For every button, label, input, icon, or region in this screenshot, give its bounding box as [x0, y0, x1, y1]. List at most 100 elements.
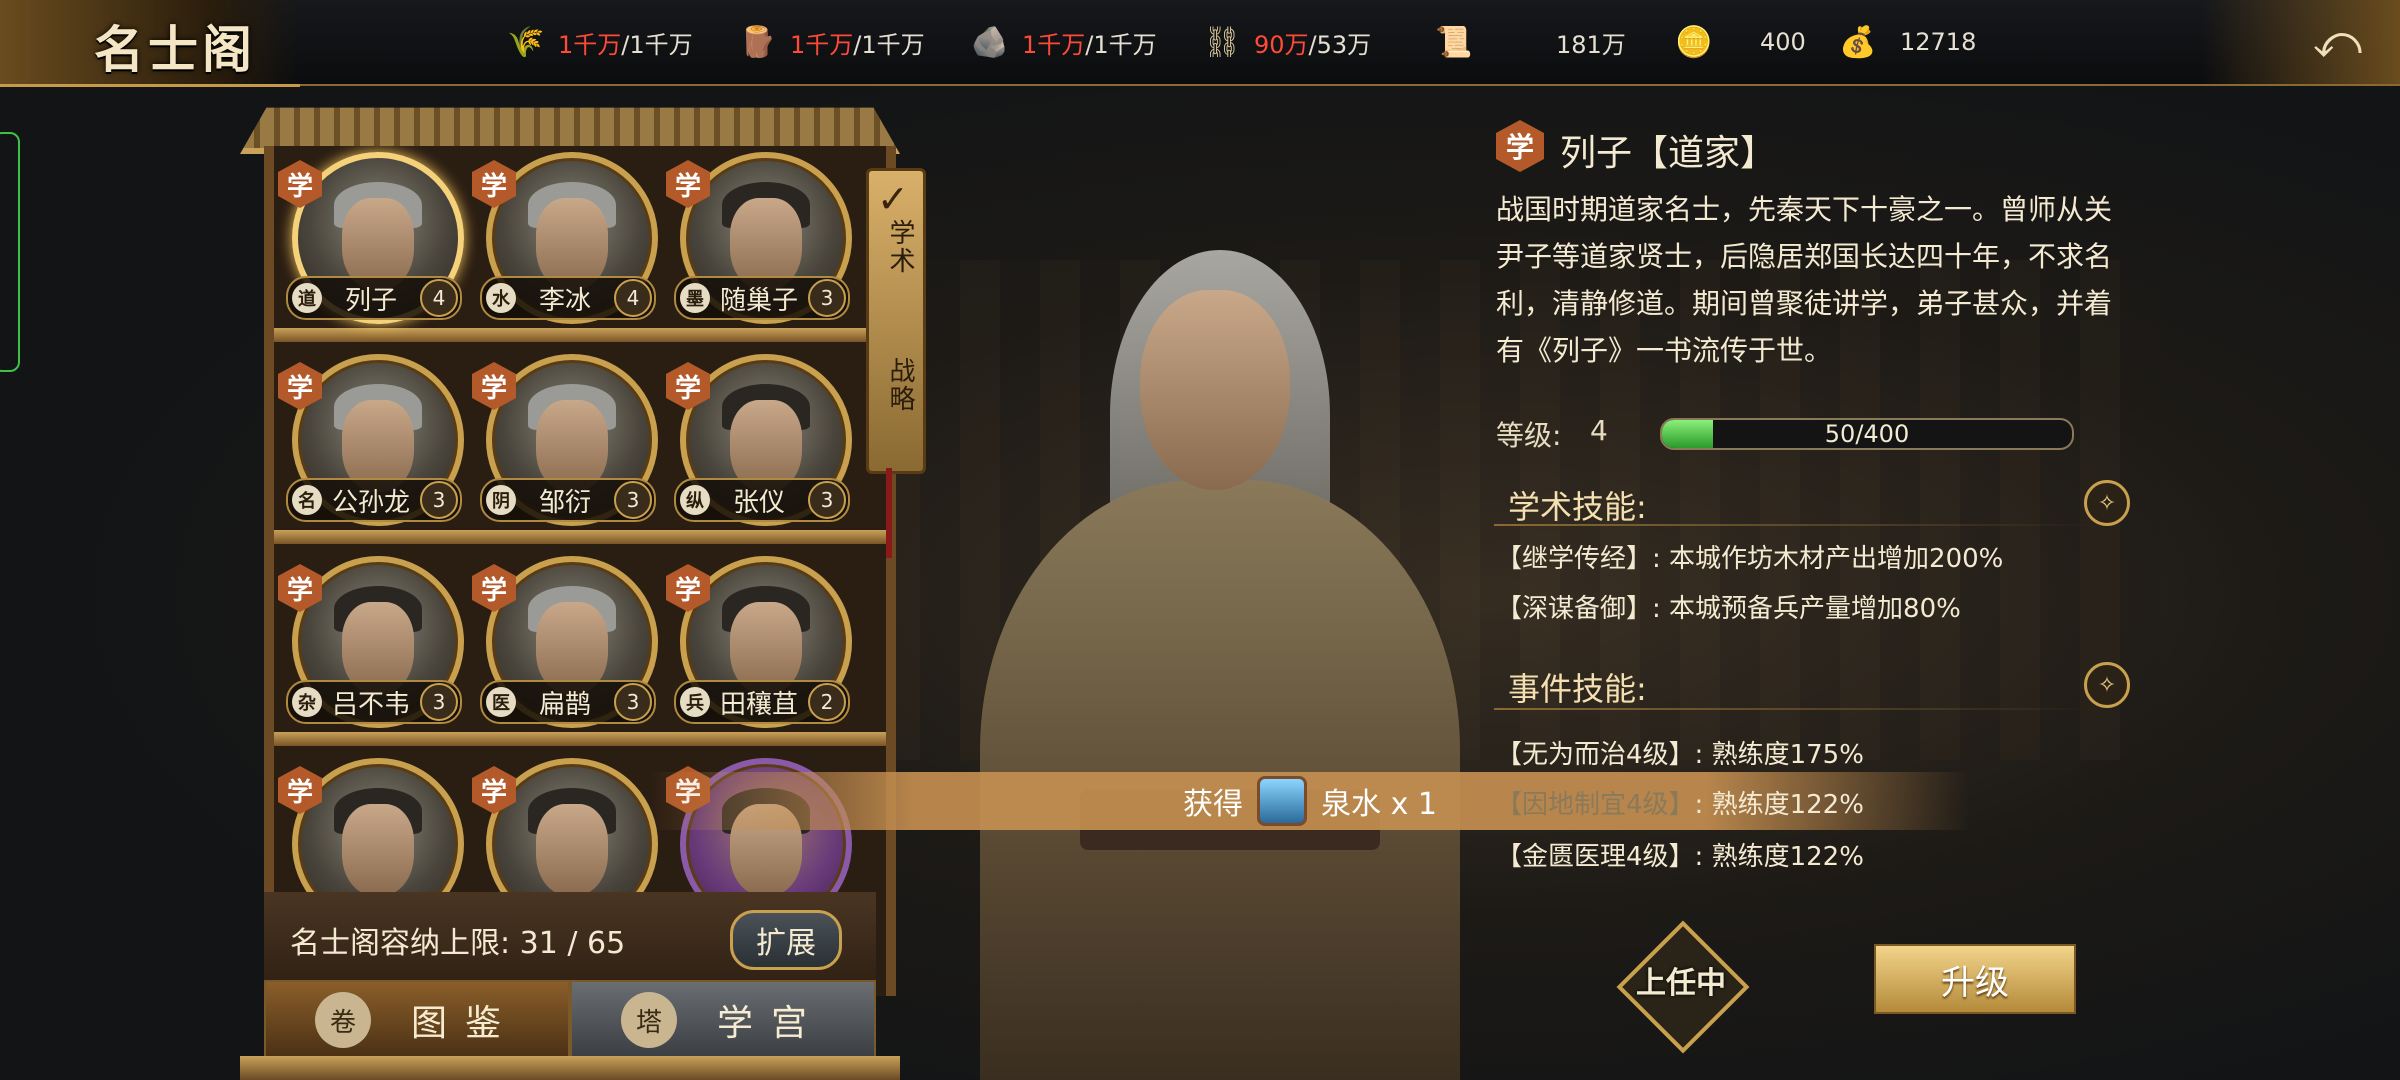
resource-max: /1千万: [621, 30, 693, 59]
hero-card-gongsunlong[interactable]: 学 名 公孙龙 3: [278, 348, 466, 536]
resource-wood: 🪵 1千万 /1千万: [738, 22, 925, 62]
stone-icon: 🪨: [971, 24, 1009, 60]
side-drawer-handle[interactable]: [0, 132, 20, 372]
face: [536, 804, 608, 896]
school-icon: 道: [292, 283, 322, 313]
resource-value: 400: [1760, 28, 1806, 56]
spring-water-icon: [1257, 776, 1308, 826]
silver-ingot-icon: 💰: [1839, 24, 1877, 60]
panel-base: [240, 1056, 900, 1080]
divider: [1494, 524, 2094, 526]
hero-level: 3: [614, 683, 652, 721]
resource-stone: 🪨 1千万 /1千万: [970, 22, 1157, 62]
hero-level: 3: [808, 279, 846, 317]
hero-name: 公孙龙: [331, 487, 410, 518]
exp-bar: 50/400: [1660, 418, 2074, 450]
hero-card-liezi[interactable]: 学 道 列子 4: [278, 146, 466, 334]
resource-max: /1千万: [1085, 30, 1157, 59]
skill-info-button[interactable]: ✧: [2084, 480, 2130, 526]
hero-nameplate: 道 列子 4: [286, 276, 462, 320]
hero-level: 3: [420, 481, 458, 519]
hero-nameplate: 名 公孙龙 3: [286, 478, 462, 522]
resource-silver: 💰 12718: [1838, 22, 1976, 62]
hero-level: 3: [808, 481, 846, 519]
tab-collection[interactable]: 卷 图鉴: [264, 980, 570, 1060]
school-icon: 水: [486, 283, 516, 313]
character-art: [960, 230, 1480, 1080]
resource-max: /1千万: [853, 30, 925, 59]
hero-nameplate: 墨 随巢子 3: [674, 276, 850, 320]
face: [342, 804, 414, 896]
hero-level: 3: [420, 683, 458, 721]
capacity-text: 名士阁容纳上限: 31 / 65: [290, 926, 626, 961]
event-skill: 【因地制宜4级】: 熟练度122%: [1496, 784, 1864, 821]
resource-current: 90万: [1254, 30, 1309, 59]
tab-academic[interactable]: 学术: [875, 219, 917, 275]
resource-scroll: 📜 181万: [1434, 22, 1626, 62]
resource-value: 12718: [1900, 28, 1977, 56]
wood-log-icon: 🪵: [739, 24, 777, 60]
notice-item: 泉水 x 1: [1321, 787, 1437, 822]
back-button[interactable]: ⤺: [2200, 0, 2400, 84]
back-arrow-icon: ⤺: [2312, 14, 2362, 68]
school-icon: 阴: [486, 485, 516, 515]
level-value: 4: [1590, 414, 1608, 447]
scroll-map-icon: 卷: [314, 992, 371, 1048]
scroll-icon: 📜: [1435, 24, 1473, 60]
hero-card-zhangyi[interactable]: 学 纵 张仪 3: [666, 348, 854, 536]
tassel-decoration: [886, 468, 892, 558]
school-icon: 医: [486, 687, 516, 717]
roster-panel: 学 道 列子 4 学 水 李冰 4 学 墨 随巢子 3 学 名 公孙龙 3 学 …: [240, 96, 926, 1080]
hero-nameplate: 阴 邹衍 3: [480, 478, 656, 522]
hero-card-zouyan[interactable]: 学 阴 邹衍 3: [472, 348, 660, 536]
event-skill-name: 【因地制宜4级】: [1496, 790, 1695, 820]
resource-value: 181万: [1556, 30, 1626, 59]
divider: [1494, 708, 2094, 710]
exp-text: 50/400: [1824, 420, 1910, 448]
resource-max: /53万: [1308, 30, 1372, 59]
iron-icon: ⛓: [1202, 24, 1242, 60]
event-skill-name: 【金匮医理4级】: [1496, 842, 1695, 872]
resource-iron: ⛓ 90万 /53万: [1202, 22, 1371, 62]
character-head: [1140, 290, 1290, 490]
school-icon: 墨: [680, 283, 710, 313]
event-skill-name: 【无为而治4级】: [1496, 740, 1695, 770]
category-tabs: ✓ 学术 战略: [866, 168, 926, 474]
hero-level: 2: [808, 683, 846, 721]
hero-nameplate: 杂 吕不韦 3: [286, 680, 462, 724]
hero-level: 4: [614, 279, 652, 317]
event-skill-value: : 熟练度122%: [1694, 790, 1864, 820]
hero-level: 4: [420, 279, 458, 317]
tab-label: 学宫: [716, 1003, 825, 1044]
hero-name: 田穰苴: [719, 689, 798, 720]
hero-nameplate: 兵 田穰苴 2: [674, 680, 850, 724]
hero-name: 邹衍: [538, 487, 591, 518]
hero-card-tianrangju[interactable]: 学 兵 田穰苴 2: [666, 550, 854, 738]
resource-current: 1千万: [558, 30, 622, 59]
hero-card-suichaozi[interactable]: 学 墨 随巢子 3: [666, 146, 854, 334]
hero-card-libing[interactable]: 学 水 李冰 4: [472, 146, 660, 334]
page-title: 名士阁: [94, 20, 256, 79]
hero-nameplate: 水 李冰 4: [480, 276, 656, 320]
event-skills-title: 事件技能:: [1508, 670, 1647, 708]
expand-button[interactable]: 扩展: [730, 910, 842, 970]
event-skill-value: : 熟练度175%: [1694, 740, 1864, 770]
hero-name: 扁鹊: [538, 689, 591, 720]
hero-card-bianque[interactable]: 学 医 扁鹊 3: [472, 550, 660, 738]
hero-nameplate: 医 扁鹊 3: [480, 680, 656, 724]
event-info-button[interactable]: ✧: [2084, 662, 2130, 708]
hero-nameplate: 纵 张仪 3: [674, 478, 850, 522]
upgrade-button[interactable]: 升级: [1874, 944, 2076, 1014]
school-icon: 纵: [680, 485, 710, 515]
on-duty-label: 上任中: [1636, 966, 1726, 1001]
wheat-icon: 🌾: [507, 24, 545, 60]
hero-name: 随巢子: [719, 285, 798, 316]
hero-detail-name: 列子【道家】: [1560, 133, 1777, 174]
tab-academy[interactable]: 塔 学宫: [570, 980, 876, 1060]
tab-strategy[interactable]: 战略: [875, 357, 917, 413]
gold-ingot-icon: 🪙: [1675, 24, 1713, 60]
resource-current: 1千万: [1022, 30, 1086, 59]
resource-current: 1千万: [790, 30, 854, 59]
hero-card-lvbuwei[interactable]: 学 杂 吕不韦 3: [278, 550, 466, 738]
academic-skill: 【继学传经】: 本城作坊木材产出增加200%: [1496, 544, 2004, 574]
